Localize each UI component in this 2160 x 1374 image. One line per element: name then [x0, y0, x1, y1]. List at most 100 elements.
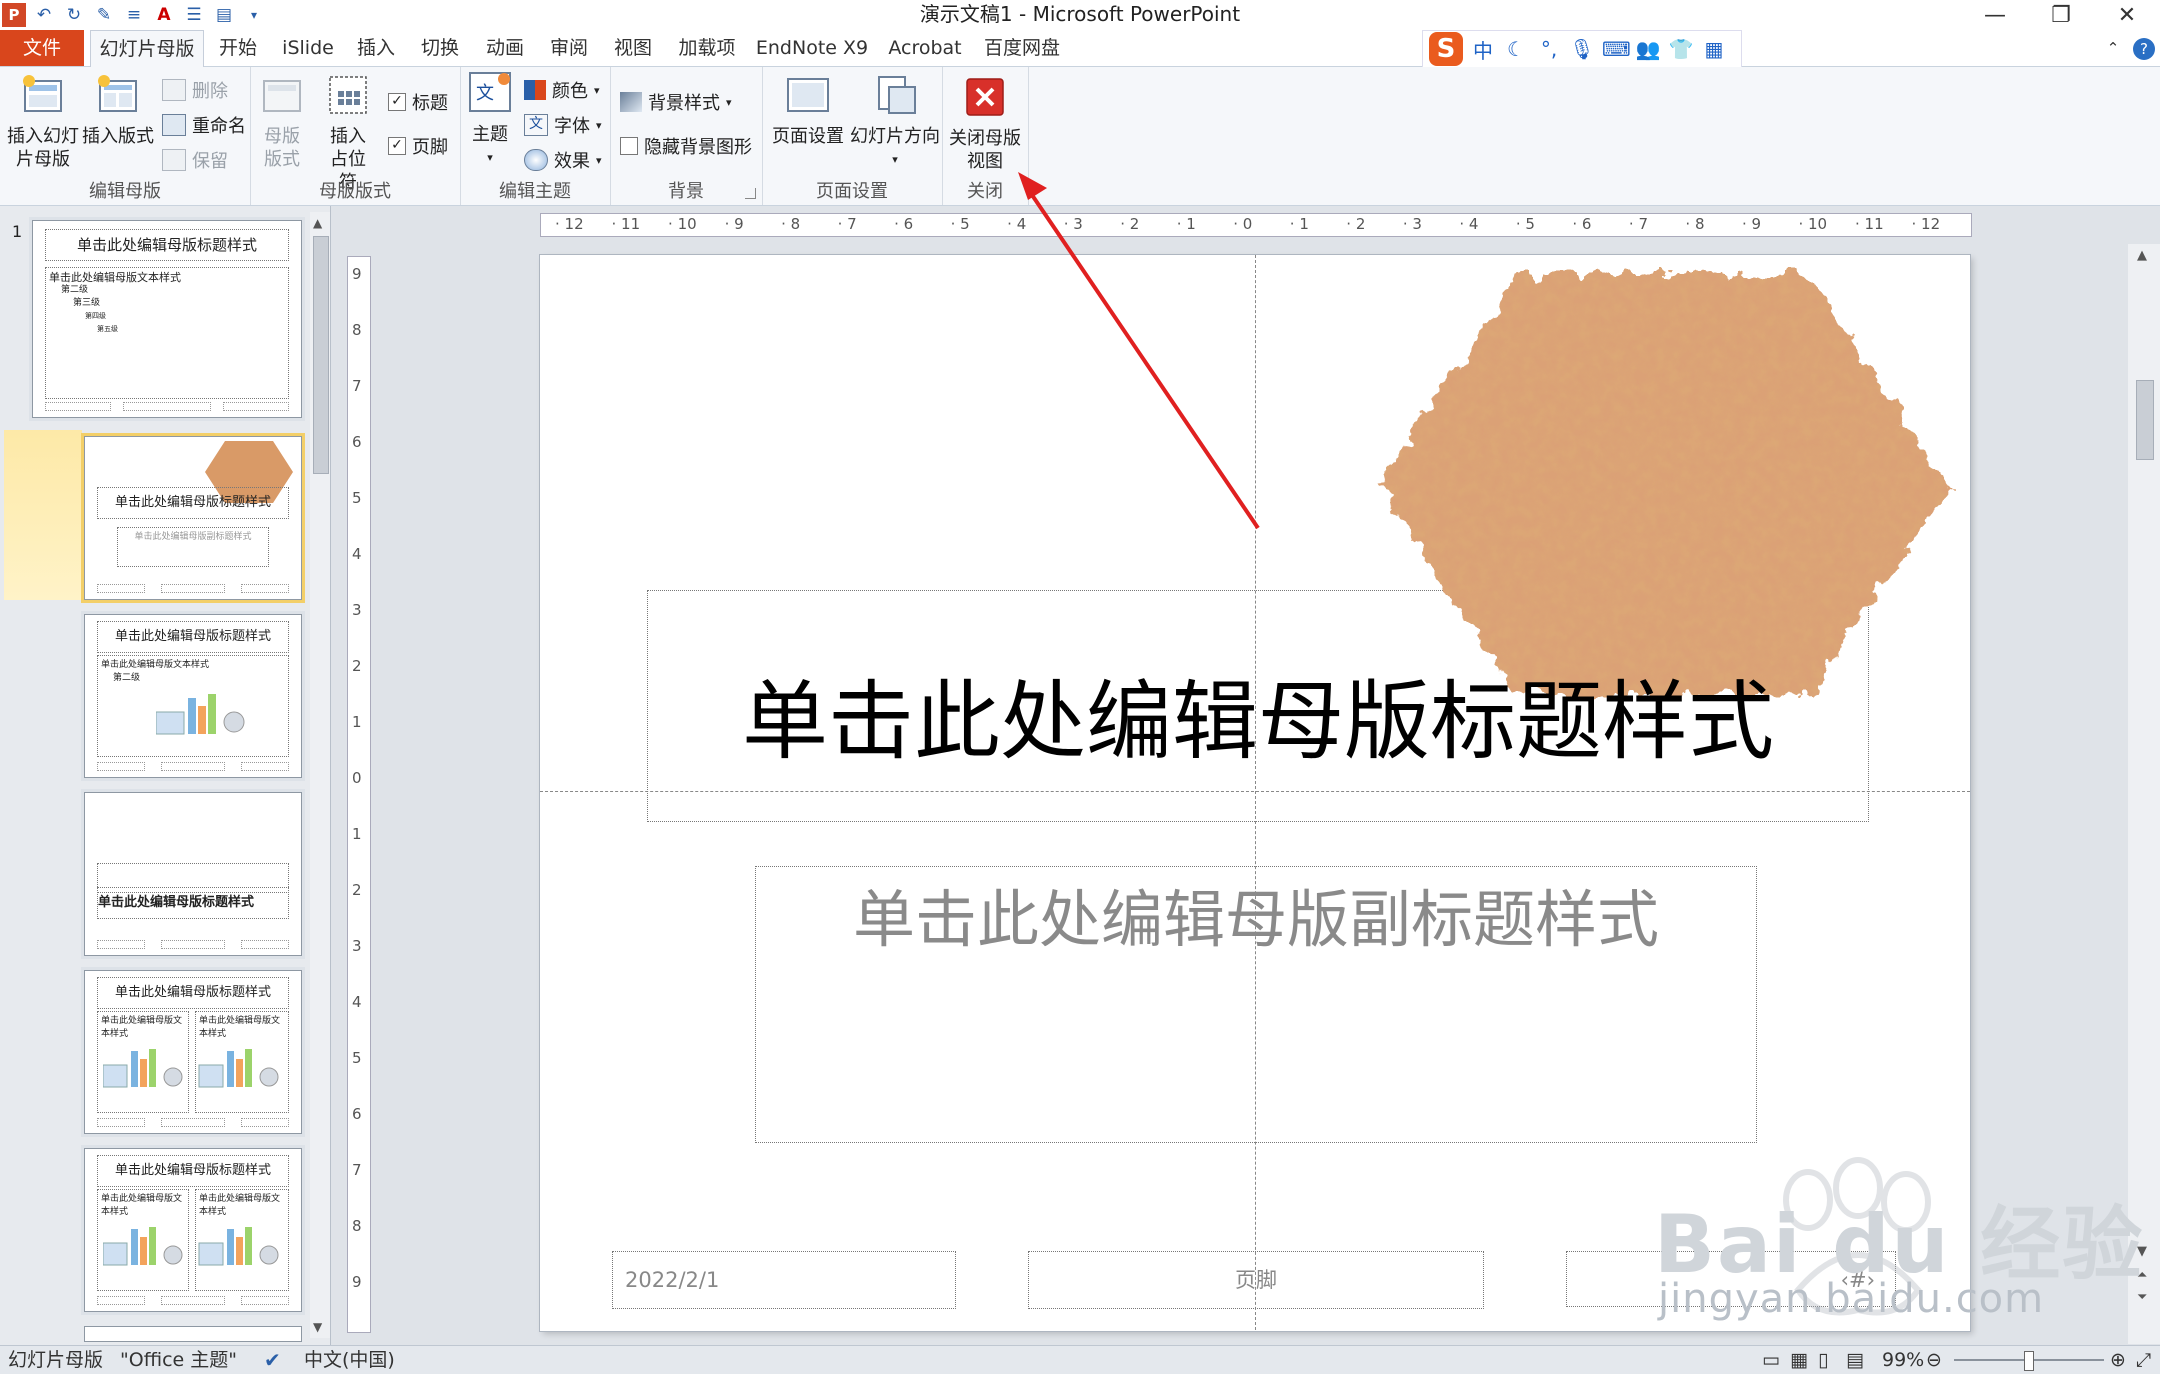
moon-icon[interactable]: ☾ [1503, 37, 1529, 61]
date-placeholder[interactable]: 2022/2/1 [612, 1251, 956, 1309]
redo-icon[interactable]: ↻ [62, 3, 86, 27]
delete-button[interactable]: 删除 [162, 77, 228, 103]
minimize-ribbon-icon[interactable]: ⌃ [2100, 30, 2126, 66]
thumbnail-slide-master[interactable]: 单击此处编辑母版标题样式 单击此处编辑母版文本样式 第二级 第三级 第四级 第五… [32, 220, 302, 418]
tab-animations[interactable]: 动画 [478, 30, 532, 66]
thumbnail-footer-date [97, 762, 145, 771]
paragraph-icon[interactable]: ☰ [182, 3, 206, 27]
thumbnail-two-content-layout[interactable]: 单击此处编辑母版标题样式 单击此处编辑母版文本样式 单击此处编辑母版文本样式 [84, 970, 302, 1134]
tab-islide[interactable]: iSlide [276, 30, 340, 66]
effects-button[interactable]: 效果 ▾ [524, 147, 602, 173]
ime-language-toggle[interactable]: 中 [1470, 35, 1496, 64]
format-painter-icon[interactable]: ✎ [92, 3, 116, 27]
insert-slide-master-button[interactable]: 插入幻灯片母版 [4, 73, 82, 171]
slide-orientation-button[interactable]: 幻灯片方向 ▾ [850, 73, 940, 171]
fonts-button[interactable]: 文字体 ▾ [524, 112, 602, 138]
thumbnail-comparison-layout[interactable]: 单击此处编辑母版标题样式 单击此处编辑母版文本样式 单击此处编辑母版文本样式 [84, 1148, 302, 1312]
status-view: 幻灯片母版 [8, 1349, 104, 1371]
minimize-icon[interactable]: — [1962, 0, 2028, 30]
user-icon[interactable]: 👥 [1635, 37, 1661, 61]
theme-button[interactable]: 文 主题 ▾ [464, 71, 516, 169]
tab-transitions[interactable]: 切换 [414, 30, 466, 66]
thumbnail-scrollbar[interactable]: ▲ ▼ [310, 212, 330, 1338]
tab-addins[interactable]: 加载项 [672, 30, 742, 66]
tab-slide-master[interactable]: 幻灯片母版 [90, 30, 204, 68]
sogou-logo-icon[interactable]: S [1429, 32, 1463, 66]
close-master-view-button[interactable]: 关闭母版视图 [946, 75, 1024, 173]
footer-checkbox[interactable]: ✓ 页脚 [388, 133, 448, 159]
microphone-icon[interactable]: 🎙 [1569, 37, 1595, 61]
punctuation-icon[interactable]: °, [1536, 37, 1562, 61]
footer-placeholder[interactable]: 页脚 [1028, 1251, 1484, 1309]
restore-icon[interactable]: ❐ [2028, 0, 2094, 30]
normal-view-icon[interactable]: ▭ [1762, 1346, 1780, 1374]
colors-button[interactable]: 颜色 ▾ [524, 77, 600, 103]
tab-insert[interactable]: 插入 [350, 30, 402, 66]
rename-icon [162, 114, 186, 136]
thumbnail-scroll-thumb[interactable] [313, 236, 329, 474]
slide-title-text[interactable]: 单击此处编辑母版标题样式 [648, 651, 1868, 776]
slide-scroll-thumb[interactable] [2136, 380, 2154, 460]
ruler-tick-label: 1 [352, 712, 362, 731]
background-dialog-launcher[interactable] [745, 188, 756, 199]
tab-baidu-netdisk[interactable]: 百度网盘 [980, 30, 1064, 66]
slide-sorter-icon[interactable]: ▦ [1790, 1346, 1808, 1374]
page-setup-label: 页面设置 [772, 126, 844, 147]
ruler-tick-label: 3 [352, 936, 362, 955]
screenshot-icon[interactable]: ▤ [212, 3, 236, 27]
keyboard-icon[interactable]: ⌨ [1602, 37, 1631, 61]
thumbnail-footer-date [97, 584, 145, 593]
title-checkbox[interactable]: ✓ 标题 [388, 89, 448, 115]
page-setup-button[interactable]: 页面设置 [768, 73, 848, 148]
slide-subtitle-text[interactable]: 单击此处编辑母版副标题样式 [756, 869, 1756, 959]
zoom-slider-knob[interactable] [2024, 1351, 2035, 1371]
thumbnail-section-header-layout[interactable]: 单击此处编辑母版标题样式 [84, 792, 302, 956]
tab-view[interactable]: 视图 [606, 30, 660, 66]
zoom-in-icon[interactable]: ⊕ [2110, 1346, 2126, 1374]
insert-layout-button[interactable]: 插入版式 [82, 73, 154, 148]
hide-background-checkbox[interactable]: 隐藏背景图形 [620, 133, 752, 159]
status-language[interactable]: 中文(中国) [304, 1346, 395, 1374]
thumbnail-title-content-layout[interactable]: 单击此处编辑母版标题样式 单击此处编辑母版文本样式 第二级 [84, 614, 302, 778]
status-theme: "Office 主题" [120, 1349, 237, 1371]
grid-menu-icon[interactable]: ▦ [1701, 37, 1727, 61]
slide-scrollbar[interactable]: ▲ ▼ ⏶ ⏷ [2128, 244, 2160, 1344]
zoom-out-icon[interactable]: ⊖ [1926, 1346, 1942, 1374]
font-color-icon[interactable]: A [152, 3, 176, 27]
slideshow-icon[interactable]: ▤ [1846, 1346, 1864, 1374]
master-layout-button[interactable]: 母版版式 [254, 73, 310, 171]
tab-home[interactable]: 开始 [210, 30, 266, 66]
help-icon[interactable]: ? [2130, 30, 2158, 66]
textured-hexagon-shape[interactable] [1368, 261, 1958, 711]
scroll-up-arrow-icon[interactable]: ▲ [2137, 248, 2147, 263]
tab-file[interactable]: 文件 [0, 30, 84, 66]
preserve-button[interactable]: 保留 [162, 147, 228, 173]
thumbnail-next-layout-partial[interactable] [84, 1326, 302, 1342]
scroll-down-arrow-icon[interactable]: ▼ [313, 1320, 322, 1334]
qat-more-icon[interactable]: ▾ [242, 3, 266, 27]
tab-acrobat[interactable]: Acrobat [884, 30, 966, 66]
rename-button[interactable]: 重命名 [162, 112, 246, 138]
align-icon[interactable]: ≡ [122, 3, 146, 27]
zoom-level[interactable]: 99% [1882, 1346, 1924, 1374]
status-bar: 幻灯片母版 "Office 主题" ✔ 中文(中国) ▭ ▦ ▯ ▤ 99% ⊖… [0, 1345, 2160, 1374]
fit-to-window-icon[interactable]: ⤢ [2136, 1346, 2151, 1374]
spellcheck-icon[interactable]: ✔ [264, 1346, 281, 1374]
thumbnail-title-layout[interactable]: 单击此处编辑母版标题样式 单击此处编辑母版副标题样式 [84, 436, 302, 600]
group-label-edit-master: 编辑母版 [89, 181, 161, 202]
tab-endnote[interactable]: EndNote X9 [754, 30, 870, 66]
reading-view-icon[interactable]: ▯ [1818, 1346, 1828, 1374]
preserve-label: 保留 [192, 151, 228, 172]
undo-icon[interactable]: ↶ [32, 3, 56, 27]
scroll-up-arrow-icon[interactable]: ▲ [313, 216, 322, 230]
background-styles-button[interactable]: 背景样式 ▾ [620, 89, 732, 115]
skin-icon[interactable]: 👕 [1668, 37, 1694, 61]
tab-review[interactable]: 审阅 [542, 30, 596, 66]
selected-thumbnail-highlight [4, 430, 82, 600]
ruler-tick-label: · 6 [1572, 215, 1592, 233]
footer-check-label: 页脚 [412, 137, 448, 158]
ruler-tick-label: · 10 [1798, 215, 1828, 233]
close-window-icon[interactable]: ✕ [2094, 0, 2160, 30]
subtitle-placeholder[interactable]: 单击此处编辑母版副标题样式 [755, 866, 1757, 1143]
insert-placeholder-button[interactable]: 插入占位符 [316, 73, 380, 194]
